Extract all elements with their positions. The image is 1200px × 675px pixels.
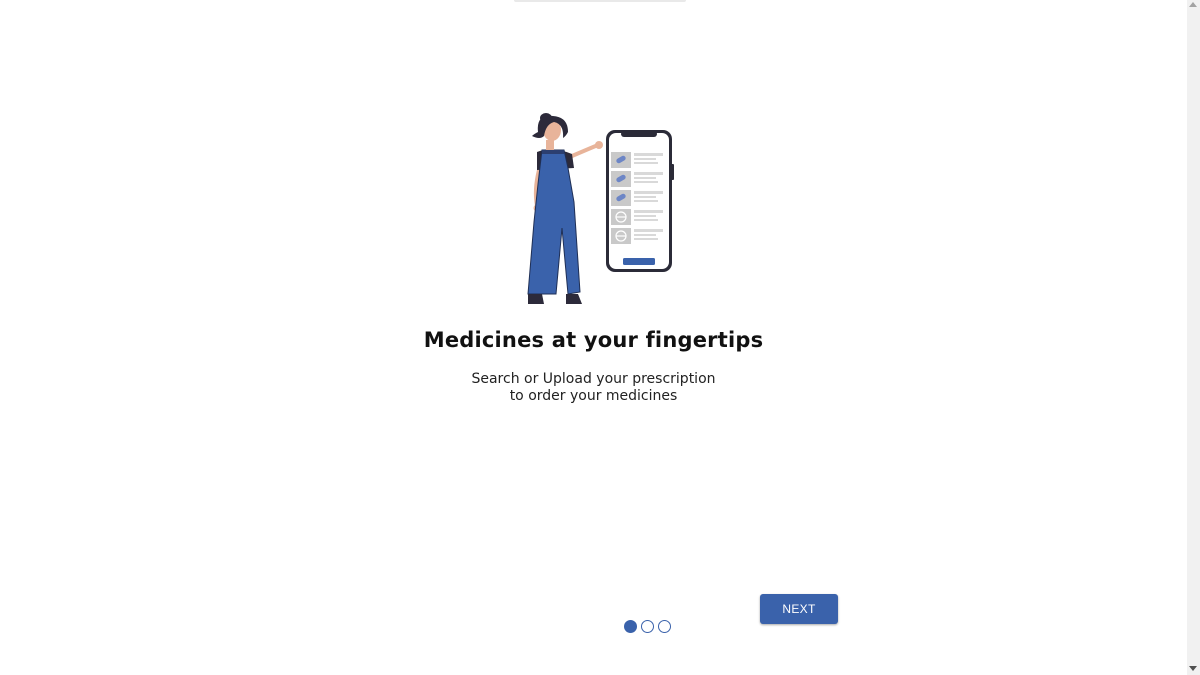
woman-graphic [527,113,603,304]
pagination-dots [624,620,671,634]
top-handle [514,0,686,2]
next-button[interactable]: NEXT [760,594,838,624]
onboarding-subtitle: Search or Upload your prescription to or… [0,371,1187,405]
scroll-down-arrow-icon[interactable] [1189,666,1197,671]
scrollbar[interactable] [1187,0,1200,675]
phone-graphic [606,130,674,272]
subtitle-line-1: Search or Upload your prescription [471,371,716,387]
subtitle-line-2: to order your medicines [509,388,678,404]
woman-pointing-at-phone-illustration [527,113,674,304]
pagination-dot-2[interactable] [641,620,654,633]
pagination-dot-3[interactable] [658,620,671,633]
scroll-up-arrow-icon[interactable] [1189,2,1197,7]
onboarding-title: Medicines at your fingertips [423,328,764,352]
pagination-dot-1[interactable] [624,620,637,633]
